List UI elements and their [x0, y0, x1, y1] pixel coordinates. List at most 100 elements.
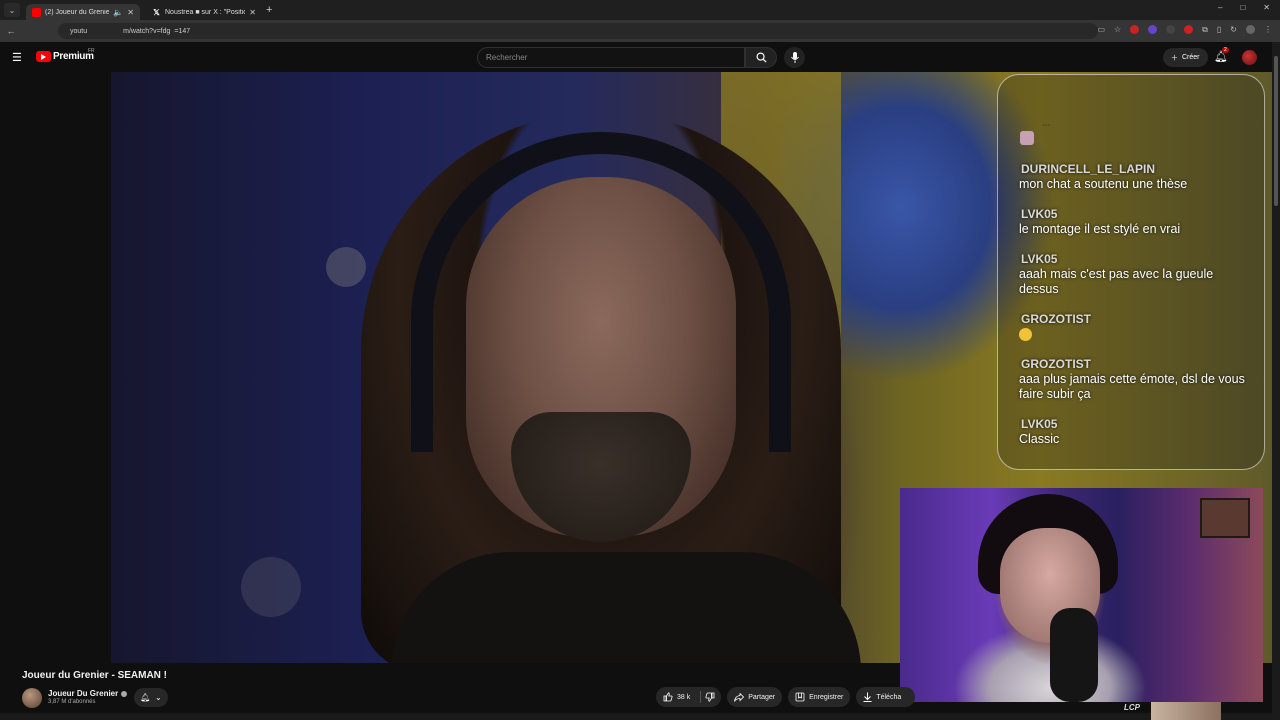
search-button[interactable]: [745, 47, 777, 68]
hamburger-menu-icon[interactable]: ☰: [12, 51, 23, 64]
video-title: Joueur du Grenier - SEAMAN !: [22, 670, 168, 681]
chevron-down-icon: ⌄: [155, 693, 162, 702]
chat-username: LVK05: [1021, 207, 1058, 221]
extension-icon[interactable]: [1130, 25, 1140, 34]
plus-icon: ＋: [1171, 54, 1178, 62]
minimize-button[interactable]: –: [1218, 3, 1222, 12]
thumbs-up-icon: [663, 692, 673, 702]
voice-search-button[interactable]: [784, 47, 805, 68]
subscription-bell-button[interactable]: 🔔︎ ⌄: [134, 688, 168, 707]
browser-toolbar: ← youtu m/watch?v=fdg =147 0 ▶ K 44 ▭ ☆ …: [0, 20, 1280, 61]
verified-icon: [121, 690, 128, 697]
channel-avatar[interactable]: [22, 688, 42, 708]
download-icon: [863, 692, 872, 702]
youtube-icon: [32, 7, 41, 17]
bokeh-light: [241, 557, 301, 617]
chat-username: GROZOTIST: [1021, 357, 1091, 371]
notification-badge: 2: [1222, 47, 1229, 53]
youtube-play-icon: [36, 51, 51, 62]
subscriber-count: 3,87 M d'abonnés: [48, 699, 96, 705]
chat-username: DURINCELL_LE_LAPIN: [1021, 162, 1156, 176]
chat-text: aaah mais c'est pas avec la gueule dessu…: [1019, 267, 1214, 296]
video-actions: 38 k Partager Enregistrer Télécha: [656, 687, 916, 707]
menu-dots-icon[interactable]: ⋮: [1264, 25, 1272, 35]
dislike-button[interactable]: [705, 692, 721, 702]
save-button[interactable]: Enregistrer: [788, 687, 851, 707]
address-bar[interactable]: youtu m/watch?v=fdg =147: [58, 23, 1098, 39]
speaker-icon: 🔈: [113, 7, 124, 17]
url-prefix: youtu: [70, 27, 88, 35]
video-person-shirt: [391, 552, 861, 663]
search-icon: [756, 52, 767, 63]
chat-text: Classic: [1019, 432, 1060, 446]
share-icon: [734, 692, 745, 702]
chat-username: GROZOTIST: [1021, 312, 1091, 326]
browser-tab-bar: ⌄ (2) Joueur du Grenier - SEAI 🔈 ✕ 𝕏 Nou…: [0, 0, 1280, 20]
extensions-puzzle-icon[interactable]: ⧉: [1202, 25, 1208, 35]
webcam-microphone: [1050, 608, 1098, 702]
chat-username: LVK05: [1021, 252, 1058, 266]
lcp-logo: LCP: [1124, 703, 1140, 712]
youtube-premium-logo[interactable]: Premium FR: [36, 48, 95, 62]
download-label: Télécha: [876, 693, 902, 701]
new-tab-button[interactable]: +: [266, 4, 272, 16]
like-dislike-button[interactable]: 38 k: [656, 687, 722, 707]
recommended-thumbnail[interactable]: [1151, 702, 1221, 720]
share-button[interactable]: Partager: [727, 687, 783, 707]
account-avatar[interactable]: [1242, 50, 1257, 65]
share-label: Partager: [748, 693, 776, 701]
bell-icon: 🔔︎: [140, 693, 151, 702]
playlist-add-icon: [795, 692, 805, 702]
like-count: 38 k: [677, 693, 691, 701]
screen: ⌄ (2) Joueur du Grenier - SEAI 🔈 ✕ 𝕏 Nou…: [0, 0, 1280, 720]
sidebar-icon[interactable]: ▯: [1217, 25, 1221, 35]
like-button[interactable]: 38 k: [663, 692, 696, 702]
x-icon: 𝕏: [153, 7, 160, 17]
search-input[interactable]: Rechercher: [477, 47, 745, 68]
tab-x[interactable]: 𝕏 Noustrea ■ sur X : "Positione ✕: [146, 4, 262, 20]
chat-text: aaa plus jamais cette émote, dsl de vous…: [1019, 372, 1245, 401]
bokeh-light: [326, 247, 366, 287]
cast-icon[interactable]: ▭: [1097, 25, 1105, 35]
close-window-button[interactable]: ✕: [1263, 3, 1270, 12]
url-path: m/watch?v=fdg: [123, 27, 171, 35]
save-label: Enregistrer: [809, 693, 844, 701]
bookmark-star-icon[interactable]: ☆: [1114, 25, 1121, 35]
profile-icon[interactable]: [1246, 25, 1255, 34]
channel-name-row[interactable]: Joueur Du Grenier: [48, 689, 128, 698]
extension-icon[interactable]: [1148, 25, 1158, 34]
download-button[interactable]: Télécha: [856, 687, 916, 707]
back-arrow-icon[interactable]: ←: [4, 26, 18, 36]
create-button[interactable]: ＋ Créer: [1163, 48, 1208, 67]
extension-icons: ▭ ☆ ⧉ ▯ ↻ ⋮: [1097, 25, 1272, 35]
search-placeholder: Rechercher: [486, 53, 528, 62]
scrollbar-thumb[interactable]: [1274, 56, 1278, 206]
divider: [700, 691, 702, 703]
extension-icon[interactable]: [1166, 25, 1176, 34]
tab-search-button[interactable]: ⌄: [4, 3, 20, 17]
chat-message: GROZOTIST: [1019, 312, 1249, 346]
chat-message: LVK05 Classic: [1019, 417, 1249, 447]
chat-text: le montage il est stylé en vrai: [1019, 222, 1181, 236]
region-code: FR: [88, 48, 95, 54]
channel-name[interactable]: Joueur Du Grenier: [48, 689, 118, 698]
bottom-strip: [0, 713, 1272, 720]
close-tab-icon[interactable]: ✕: [249, 8, 256, 17]
chat-username: LVK05: [1021, 417, 1058, 431]
url-tail: =147: [174, 27, 191, 35]
tab-youtube[interactable]: (2) Joueur du Grenier - SEAI 🔈 ✕: [26, 4, 140, 20]
extension-icon[interactable]: [1184, 25, 1194, 34]
tab-title: Noustrea ■ sur X : "Positione: [165, 8, 246, 16]
chat-faded-header: ...: [1042, 118, 1051, 129]
maximize-button[interactable]: □: [1240, 3, 1245, 12]
chat-message: GROZOTIST aaa plus jamais cette émote, d…: [1019, 357, 1249, 402]
chat-message: LVK05 le montage il est stylé en vrai: [1019, 207, 1249, 237]
tab-title: (2) Joueur du Grenier - SEAI: [45, 8, 110, 16]
streamer-webcam-overlay: [900, 488, 1263, 702]
create-label: Créer: [1182, 54, 1200, 61]
chat-emote-icon: [1019, 328, 1032, 341]
chat-message: LVK05 aaah mais c'est pas avec la gueule…: [1019, 252, 1249, 297]
youtube-header: ☰ Premium FR Rechercher ＋ Créer 🔔︎ 2: [0, 42, 1280, 72]
close-tab-icon[interactable]: ✕: [127, 8, 134, 17]
history-icon[interactable]: ↻: [1230, 25, 1237, 35]
